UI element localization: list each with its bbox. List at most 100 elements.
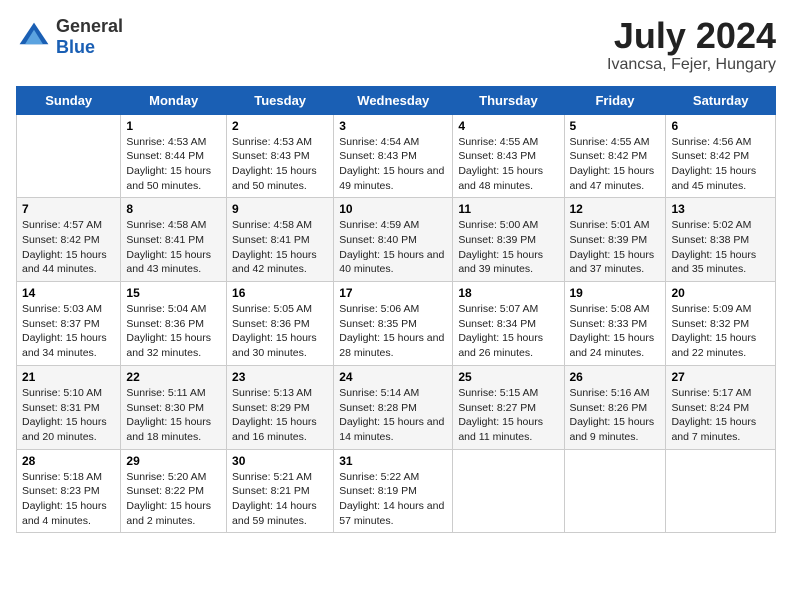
calendar-cell: 27 Sunrise: 5:17 AMSunset: 8:24 PMDaylig… [666, 365, 776, 449]
day-number: 12 [570, 202, 661, 216]
day-info: Sunrise: 5:06 AMSunset: 8:35 PMDaylight:… [339, 303, 444, 359]
day-info: Sunrise: 5:17 AMSunset: 8:24 PMDaylight:… [671, 387, 756, 443]
day-info: Sunrise: 5:21 AMSunset: 8:21 PMDaylight:… [232, 471, 317, 527]
day-info: Sunrise: 5:02 AMSunset: 8:38 PMDaylight:… [671, 219, 756, 275]
column-header-tuesday: Tuesday [227, 86, 334, 114]
day-info: Sunrise: 4:55 AMSunset: 8:43 PMDaylight:… [458, 136, 543, 192]
day-number: 4 [458, 119, 558, 133]
day-number: 19 [570, 286, 661, 300]
day-info: Sunrise: 4:54 AMSunset: 8:43 PMDaylight:… [339, 136, 444, 192]
calendar-cell: 10 Sunrise: 4:59 AMSunset: 8:40 PMDaylig… [334, 198, 453, 282]
calendar-cell: 16 Sunrise: 5:05 AMSunset: 8:36 PMDaylig… [227, 282, 334, 366]
day-number: 18 [458, 286, 558, 300]
day-info: Sunrise: 5:11 AMSunset: 8:30 PMDaylight:… [126, 387, 211, 443]
day-number: 3 [339, 119, 447, 133]
day-info: Sunrise: 5:15 AMSunset: 8:27 PMDaylight:… [458, 387, 543, 443]
calendar-cell [666, 449, 776, 533]
calendar-week-5: 28 Sunrise: 5:18 AMSunset: 8:23 PMDaylig… [17, 449, 776, 533]
day-info: Sunrise: 5:13 AMSunset: 8:29 PMDaylight:… [232, 387, 317, 443]
column-header-thursday: Thursday [453, 86, 564, 114]
calendar-subtitle: Ivancsa, Fejer, Hungary [607, 56, 776, 74]
day-info: Sunrise: 4:57 AMSunset: 8:42 PMDaylight:… [22, 219, 107, 275]
day-number: 7 [22, 202, 115, 216]
day-number: 21 [22, 370, 115, 384]
calendar-week-1: 1 Sunrise: 4:53 AMSunset: 8:44 PMDayligh… [17, 114, 776, 198]
calendar-cell: 6 Sunrise: 4:56 AMSunset: 8:42 PMDayligh… [666, 114, 776, 198]
calendar-cell: 21 Sunrise: 5:10 AMSunset: 8:31 PMDaylig… [17, 365, 121, 449]
day-info: Sunrise: 4:58 AMSunset: 8:41 PMDaylight:… [126, 219, 211, 275]
calendar-cell: 14 Sunrise: 5:03 AMSunset: 8:37 PMDaylig… [17, 282, 121, 366]
calendar-week-2: 7 Sunrise: 4:57 AMSunset: 8:42 PMDayligh… [17, 198, 776, 282]
calendar-cell: 17 Sunrise: 5:06 AMSunset: 8:35 PMDaylig… [334, 282, 453, 366]
calendar-cell: 19 Sunrise: 5:08 AMSunset: 8:33 PMDaylig… [564, 282, 666, 366]
calendar-cell: 23 Sunrise: 5:13 AMSunset: 8:29 PMDaylig… [227, 365, 334, 449]
day-number: 9 [232, 202, 328, 216]
day-info: Sunrise: 5:18 AMSunset: 8:23 PMDaylight:… [22, 471, 107, 527]
title-block: July 2024 Ivancsa, Fejer, Hungary [607, 16, 776, 74]
logo: General Blue [16, 16, 123, 58]
day-number: 25 [458, 370, 558, 384]
day-info: Sunrise: 4:53 AMSunset: 8:43 PMDaylight:… [232, 136, 317, 192]
calendar-cell [564, 449, 666, 533]
day-number: 2 [232, 119, 328, 133]
day-number: 1 [126, 119, 221, 133]
calendar-header-row: SundayMondayTuesdayWednesdayThursdayFrid… [17, 86, 776, 114]
calendar-cell: 2 Sunrise: 4:53 AMSunset: 8:43 PMDayligh… [227, 114, 334, 198]
day-info: Sunrise: 5:20 AMSunset: 8:22 PMDaylight:… [126, 471, 211, 527]
calendar-cell: 31 Sunrise: 5:22 AMSunset: 8:19 PMDaylig… [334, 449, 453, 533]
logo-text: General Blue [56, 16, 123, 58]
day-info: Sunrise: 4:53 AMSunset: 8:44 PMDaylight:… [126, 136, 211, 192]
day-info: Sunrise: 5:01 AMSunset: 8:39 PMDaylight:… [570, 219, 655, 275]
column-header-monday: Monday [121, 86, 227, 114]
calendar-cell: 15 Sunrise: 5:04 AMSunset: 8:36 PMDaylig… [121, 282, 227, 366]
day-number: 20 [671, 286, 770, 300]
day-number: 30 [232, 454, 328, 468]
day-info: Sunrise: 4:56 AMSunset: 8:42 PMDaylight:… [671, 136, 756, 192]
calendar-cell: 8 Sunrise: 4:58 AMSunset: 8:41 PMDayligh… [121, 198, 227, 282]
day-info: Sunrise: 5:05 AMSunset: 8:36 PMDaylight:… [232, 303, 317, 359]
day-number: 13 [671, 202, 770, 216]
column-header-friday: Friday [564, 86, 666, 114]
day-info: Sunrise: 5:04 AMSunset: 8:36 PMDaylight:… [126, 303, 211, 359]
day-info: Sunrise: 5:09 AMSunset: 8:32 PMDaylight:… [671, 303, 756, 359]
calendar-table: SundayMondayTuesdayWednesdayThursdayFrid… [16, 86, 776, 534]
calendar-cell: 11 Sunrise: 5:00 AMSunset: 8:39 PMDaylig… [453, 198, 564, 282]
calendar-title: July 2024 [607, 16, 776, 56]
day-number: 17 [339, 286, 447, 300]
day-number: 23 [232, 370, 328, 384]
logo-general: General [56, 16, 123, 36]
day-number: 6 [671, 119, 770, 133]
calendar-cell: 12 Sunrise: 5:01 AMSunset: 8:39 PMDaylig… [564, 198, 666, 282]
day-number: 11 [458, 202, 558, 216]
day-info: Sunrise: 4:59 AMSunset: 8:40 PMDaylight:… [339, 219, 444, 275]
calendar-week-3: 14 Sunrise: 5:03 AMSunset: 8:37 PMDaylig… [17, 282, 776, 366]
calendar-cell: 9 Sunrise: 4:58 AMSunset: 8:41 PMDayligh… [227, 198, 334, 282]
day-number: 22 [126, 370, 221, 384]
calendar-cell: 24 Sunrise: 5:14 AMSunset: 8:28 PMDaylig… [334, 365, 453, 449]
calendar-cell: 3 Sunrise: 4:54 AMSunset: 8:43 PMDayligh… [334, 114, 453, 198]
calendar-cell: 29 Sunrise: 5:20 AMSunset: 8:22 PMDaylig… [121, 449, 227, 533]
day-number: 5 [570, 119, 661, 133]
day-info: Sunrise: 5:10 AMSunset: 8:31 PMDaylight:… [22, 387, 107, 443]
logo-blue: Blue [56, 37, 95, 57]
day-number: 31 [339, 454, 447, 468]
day-number: 27 [671, 370, 770, 384]
page-header: General Blue July 2024 Ivancsa, Fejer, H… [16, 16, 776, 74]
day-number: 28 [22, 454, 115, 468]
calendar-cell: 18 Sunrise: 5:07 AMSunset: 8:34 PMDaylig… [453, 282, 564, 366]
calendar-cell: 7 Sunrise: 4:57 AMSunset: 8:42 PMDayligh… [17, 198, 121, 282]
day-number: 16 [232, 286, 328, 300]
day-number: 26 [570, 370, 661, 384]
day-number: 24 [339, 370, 447, 384]
calendar-cell: 5 Sunrise: 4:55 AMSunset: 8:42 PMDayligh… [564, 114, 666, 198]
calendar-cell [453, 449, 564, 533]
day-info: Sunrise: 5:03 AMSunset: 8:37 PMDaylight:… [22, 303, 107, 359]
day-info: Sunrise: 5:14 AMSunset: 8:28 PMDaylight:… [339, 387, 444, 443]
day-number: 14 [22, 286, 115, 300]
calendar-cell: 20 Sunrise: 5:09 AMSunset: 8:32 PMDaylig… [666, 282, 776, 366]
calendar-cell: 25 Sunrise: 5:15 AMSunset: 8:27 PMDaylig… [453, 365, 564, 449]
column-header-wednesday: Wednesday [334, 86, 453, 114]
day-info: Sunrise: 5:08 AMSunset: 8:33 PMDaylight:… [570, 303, 655, 359]
logo-icon [16, 19, 52, 55]
column-header-saturday: Saturday [666, 86, 776, 114]
